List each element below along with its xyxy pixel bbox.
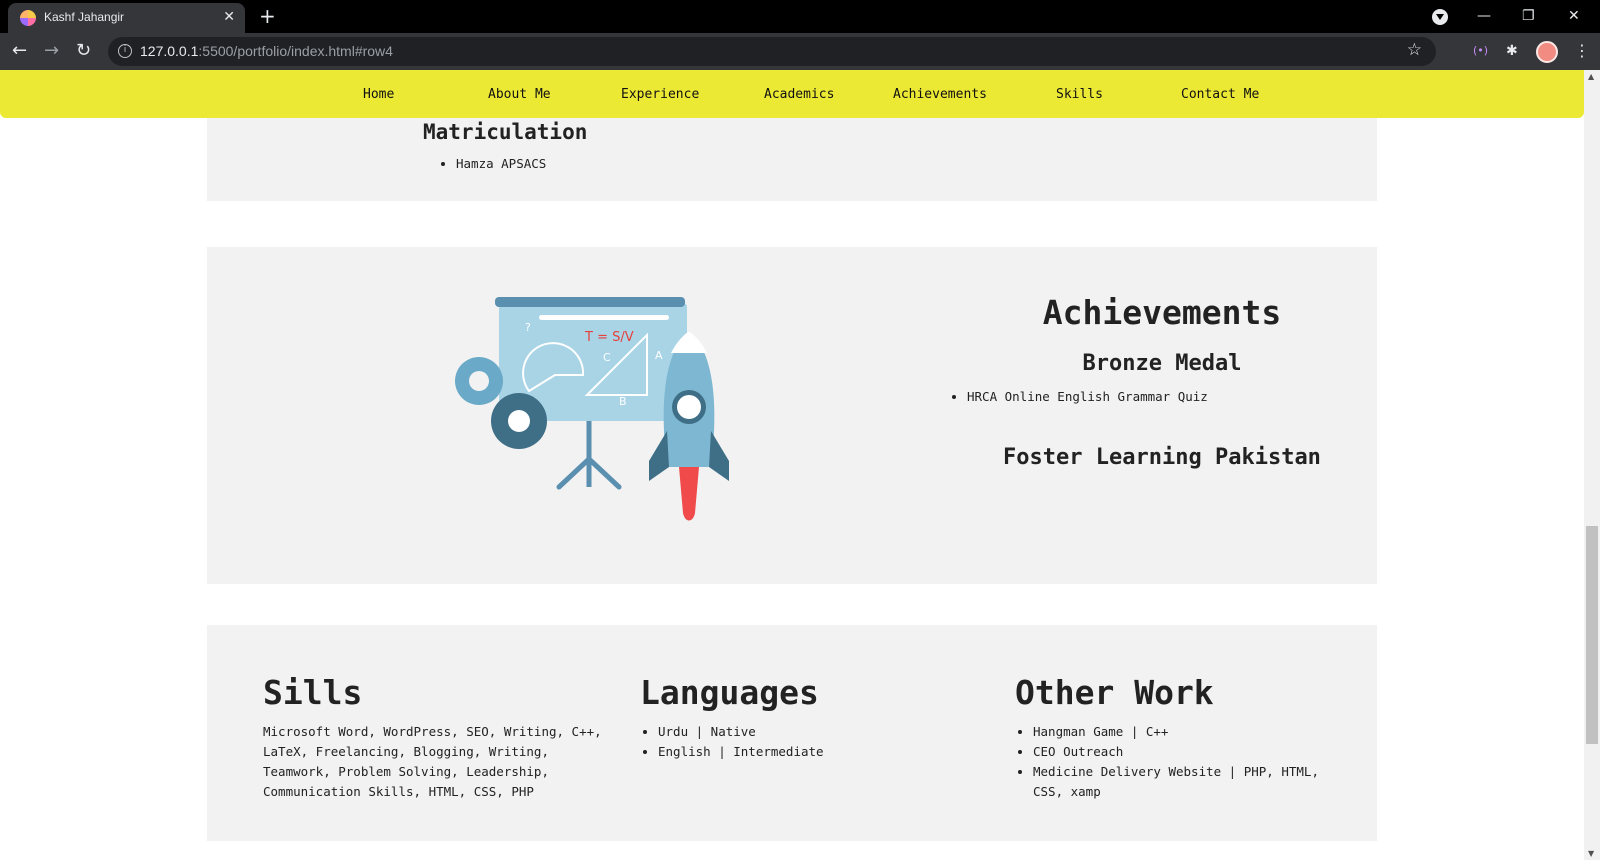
browser-tab[interactable]: Kashf Jahangir ✕ xyxy=(8,3,245,33)
bronze-medal-heading: Bronze Medal xyxy=(1082,351,1242,376)
letter-b: B xyxy=(619,395,627,408)
list-item: CEO Outreach xyxy=(1033,742,1345,762)
formula-text: T = S/V xyxy=(584,330,634,345)
scrollbar-thumb[interactable] xyxy=(1586,526,1598,744)
favicon-icon xyxy=(20,10,36,26)
nav-academics[interactable]: Academics xyxy=(764,87,834,102)
minimize-icon[interactable]: — xyxy=(1477,4,1491,28)
list-item: Urdu | Native xyxy=(658,722,960,742)
restore-icon[interactable]: ❐ xyxy=(1522,4,1535,28)
nav-contact-me[interactable]: Contact Me xyxy=(1181,87,1259,102)
browser-toolbar: ← → ↻ i 127.0.0.1:5500/portfolio/index.h… xyxy=(0,33,1600,70)
extensions-icon[interactable]: ✱ xyxy=(1506,42,1518,60)
rocket-flame xyxy=(679,467,699,521)
page-scrollbar[interactable]: ▲ ▼ xyxy=(1584,70,1600,860)
other-work-column: Other Work Hangman Game | C++ CEO Outrea… xyxy=(1015,673,1345,802)
bookmark-star-icon[interactable]: ☆ xyxy=(1407,40,1422,60)
list-item: Hangman Game | C++ xyxy=(1033,722,1345,742)
languages-column: Languages Urdu | Native English | Interm… xyxy=(640,673,960,762)
nav-about-me[interactable]: About Me xyxy=(488,87,551,102)
skills-text: Microsoft Word, WordPress, SEO, Writing,… xyxy=(263,724,602,799)
scroll-down-icon[interactable]: ▼ xyxy=(1588,849,1594,858)
address-bar[interactable]: i 127.0.0.1:5500/portfolio/index.html#ro… xyxy=(108,37,1436,66)
skills-column: Sills Microsoft Word, WordPress, SEO, Wr… xyxy=(263,673,603,802)
stand-leg-right xyxy=(586,456,622,490)
list-item: Hamza APSACS xyxy=(456,156,546,171)
browser-menu-icon[interactable]: ⋮ xyxy=(1574,41,1590,61)
url-text[interactable]: 127.0.0.1:5500/portfolio/index.html#row4 xyxy=(140,43,393,59)
scroll-up-icon[interactable]: ▲ xyxy=(1588,72,1594,81)
nav-experience[interactable]: Experience xyxy=(621,87,699,102)
tab-search-icon[interactable] xyxy=(1432,9,1448,25)
rocket-fin-left xyxy=(649,431,669,481)
matriculation-list: Hamza APSACS xyxy=(456,156,546,177)
site-info-icon[interactable]: i xyxy=(118,44,132,58)
tab-title: Kashf Jahangir xyxy=(44,10,125,24)
back-icon[interactable]: ← xyxy=(12,40,27,62)
achievements-section: T = S/V A B C ? Achievements Bronze Meda… xyxy=(207,247,1377,584)
languages-heading: Languages xyxy=(640,673,819,712)
bronze-medal-list: HRCA Online English Grammar Quiz xyxy=(967,389,1208,410)
skills-section: Sills Microsoft Word, WordPress, SEO, Wr… xyxy=(207,625,1377,841)
gear-hole xyxy=(508,410,530,432)
board-line xyxy=(539,315,669,320)
skills-heading: Sills xyxy=(263,673,363,712)
board-top-bar xyxy=(495,297,685,307)
browser-titlebar: Kashf Jahangir ✕ + — ❐ ✕ xyxy=(0,0,1600,33)
other-work-heading: Other Work xyxy=(1015,673,1214,712)
new-tab-button[interactable]: + xyxy=(259,4,276,28)
stand-leg-left xyxy=(556,456,592,490)
foster-learning-heading: Foster Learning Pakistan xyxy=(1003,445,1321,470)
page-viewport: Home About Me Experience Academics Achie… xyxy=(0,70,1584,860)
nav-skills[interactable]: Skills xyxy=(1056,87,1103,102)
gear-hole xyxy=(469,371,489,391)
letter-a: A xyxy=(655,349,663,362)
rocket-window xyxy=(677,395,701,419)
site-navbar: Home About Me Experience Academics Achie… xyxy=(0,70,1584,118)
nav-achievements[interactable]: Achievements xyxy=(893,87,987,102)
reload-icon[interactable]: ↻ xyxy=(76,40,91,62)
question-mark: ? xyxy=(525,321,531,334)
languages-list: Urdu | Native English | Intermediate xyxy=(640,722,960,762)
list-item: HRCA Online English Grammar Quiz xyxy=(967,389,1208,404)
list-item: Medicine Delivery Website | PHP, HTML, C… xyxy=(1033,762,1345,802)
matriculation-heading: Matriculation xyxy=(423,120,588,144)
other-work-list: Hangman Game | C++ CEO Outreach Medicine… xyxy=(1015,722,1345,802)
presentation-rocket-illustration: T = S/V A B C ? xyxy=(455,297,729,521)
cast-icon[interactable]: (•) xyxy=(1473,42,1488,60)
window-close-icon[interactable]: ✕ xyxy=(1568,4,1580,28)
achievements-heading: Achievements xyxy=(1042,293,1282,332)
list-item: English | Intermediate xyxy=(658,742,960,762)
profile-avatar[interactable] xyxy=(1536,41,1558,63)
tab-close-icon[interactable]: ✕ xyxy=(223,8,235,26)
nav-home[interactable]: Home xyxy=(363,87,394,102)
forward-icon[interactable]: → xyxy=(44,40,59,62)
rocket-fin-right xyxy=(709,431,729,481)
letter-c: C xyxy=(603,351,611,364)
